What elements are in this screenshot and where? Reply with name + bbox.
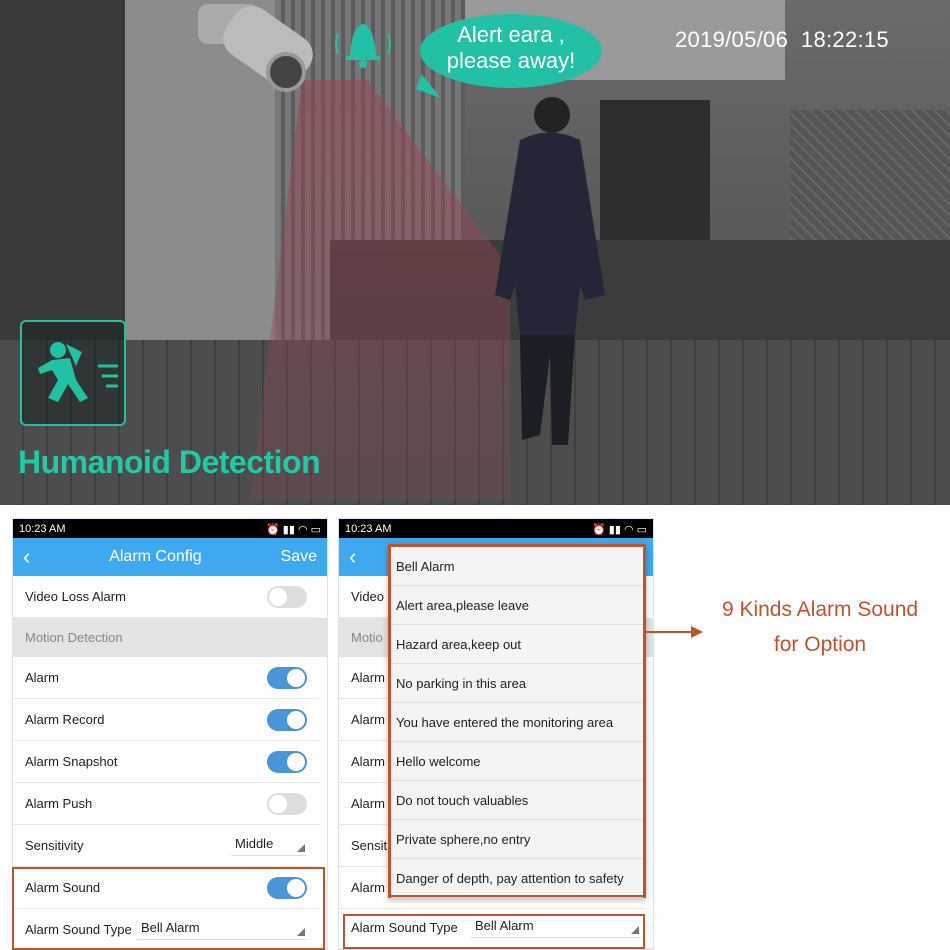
back-icon[interactable]: ‹ [349, 544, 356, 570]
sound-option[interactable]: You have entered the monitoring area [391, 703, 643, 742]
status-bar: 10:23 AM ⏰ ▮▮ ◠ ▭ [339, 519, 653, 538]
toggle-switch[interactable] [267, 750, 307, 773]
speech-line: Alert eara , [457, 22, 565, 47]
row-label: Alarm [25, 670, 59, 685]
app-header: ‹ Alarm Config Save [13, 538, 327, 576]
row-label: Alarm [351, 796, 385, 811]
row-label: Alarm Snapshot [25, 754, 118, 769]
speech-bubble: Alert eara , please away! [420, 14, 602, 88]
back-icon[interactable]: ‹ [23, 544, 30, 570]
toggle-switch[interactable] [267, 708, 307, 731]
camera-scene: Alert eara , please away! 2019/05/06 18:2… [0, 0, 950, 505]
row-label: Video [351, 589, 385, 604]
sound-option[interactable]: Hello welcome [391, 742, 643, 781]
alarm-sound-highlight [12, 867, 325, 950]
person-image [495, 97, 605, 445]
caption-line: 9 Kinds Alarm Sound [721, 598, 919, 621]
status-icons: ⏰ ▮▮ ◠ ▭ [592, 524, 647, 536]
settings-row[interactable]: Alarm [13, 657, 319, 699]
row-label: Sensitivity [25, 838, 84, 853]
section-header: Motion Detection [13, 618, 327, 657]
select-value: Middle [235, 835, 274, 851]
row-label: Alarm [351, 712, 385, 727]
timestamp: 2019/05/06 18:22:15 [675, 27, 889, 52]
settings-row[interactable]: Video Loss Alarm [13, 576, 319, 618]
save-button[interactable]: Save [281, 548, 317, 566]
row-label: Alarm [351, 880, 385, 895]
toggle-switch[interactable] [267, 666, 307, 689]
status-time: 10:23 AM [19, 523, 66, 535]
toggle-switch[interactable] [267, 585, 307, 608]
sound-option[interactable]: Bell Alarm [391, 547, 643, 586]
feature-title: Humanoid Detection [18, 444, 321, 480]
security-camera-image [198, 0, 321, 95]
status-bar: 10:23 AM ⏰ ▮▮ ◠ ▭ [13, 519, 327, 538]
options-caption: 9 Kinds Alarm Sound for Option [700, 592, 940, 662]
page-title: Alarm Config [109, 548, 202, 565]
sound-option[interactable]: Danger of depth, pay attention to safety [391, 859, 643, 898]
settings-row[interactable]: Alarm Snapshot [13, 741, 319, 783]
arrow-icon [645, 626, 703, 638]
sound-option[interactable]: No parking in this area [391, 664, 643, 703]
toggle-switch[interactable] [267, 792, 307, 815]
row-label: Sensit [351, 838, 388, 853]
sound-option[interactable]: Private sphere,no entry [391, 820, 643, 859]
settings-row[interactable]: Alarm Record [13, 699, 319, 741]
settings-row[interactable]: Alarm Push [13, 783, 319, 825]
sound-options-dropdown: Bell Alarm Alert area,please leave Hazard … [388, 544, 646, 898]
status-time: 10:23 AM [345, 523, 392, 535]
row-label: Alarm [351, 670, 385, 685]
sound-option[interactable]: Do not touch valuables [391, 781, 643, 820]
humanoid-detection-icon [20, 320, 126, 426]
settings-row[interactable]: Sensitivity Middle [13, 825, 319, 867]
caption-line: for Option [773, 633, 867, 656]
bell-icon [335, 24, 391, 68]
row-label: Alarm Push [25, 796, 93, 811]
row-label: Motio [351, 630, 383, 645]
row-label: Video Loss Alarm [25, 589, 126, 604]
row-label: Motion Detection [25, 630, 123, 645]
sound-type-highlight [343, 914, 645, 949]
status-icons: ⏰ ▮▮ ◠ ▭ [266, 524, 321, 536]
row-label: Alarm [351, 754, 385, 769]
speech-line: please away! [446, 48, 576, 73]
sound-option[interactable]: Alert area,please leave [391, 586, 643, 625]
sound-option[interactable]: Hazard area,keep out [391, 625, 643, 664]
row-label: Alarm Record [25, 712, 105, 727]
select-dropdown[interactable]: Middle [231, 836, 307, 856]
